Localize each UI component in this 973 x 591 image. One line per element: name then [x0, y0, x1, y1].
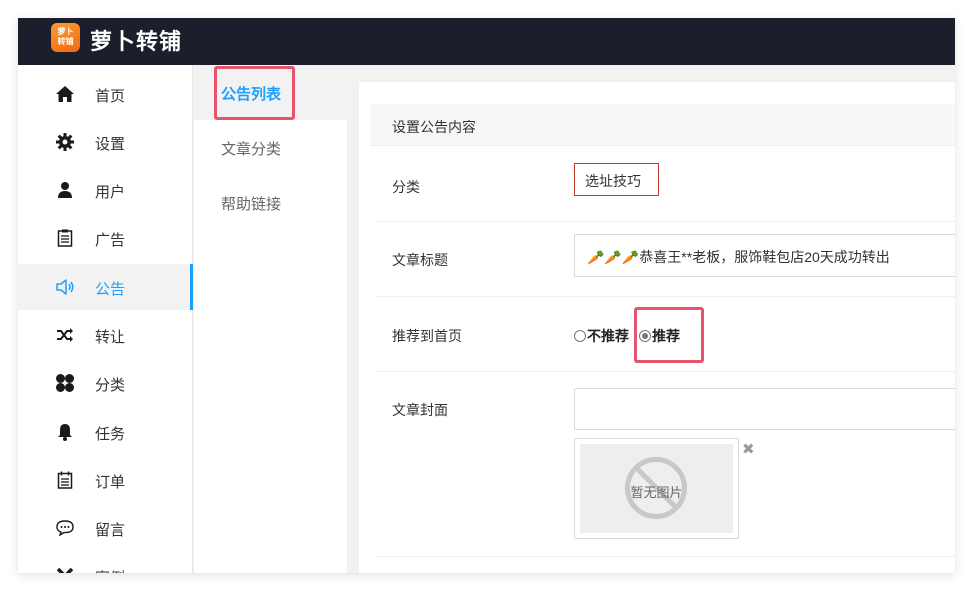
top-bar: 萝卜 转铺 萝卜转铺 — [18, 18, 955, 65]
sidebar-item-label: 任务 — [95, 426, 126, 443]
no-image-text: 暂无图片 — [630, 485, 683, 500]
section-title: 设置公告内容 — [392, 119, 476, 135]
sidebar-item-label: 设置 — [95, 136, 126, 153]
sidebar-item-cases[interactable]: 案例 — [18, 553, 193, 573]
sidebar: 首页 设置 用户 广告 公告 转让 分类 任务 订单 留言 — [18, 65, 193, 573]
subnav-item-label: 帮助链接 — [221, 196, 282, 213]
sidebar-item-label: 案例 — [95, 567, 125, 573]
sidebar-item-label: 首页 — [95, 88, 126, 105]
sidebar-item-settings[interactable]: 设置 — [18, 119, 193, 165]
sidebar-item-categories[interactable]: 分类 — [18, 360, 193, 406]
shuffle-icon — [55, 325, 75, 345]
calendar-icon — [55, 470, 75, 490]
speaker-icon — [55, 277, 75, 297]
chat-bubble-icon — [55, 518, 75, 538]
subnav-item-announcement-list[interactable]: 公告列表 — [194, 65, 347, 120]
radio-not-recommend[interactable]: 不推荐 — [574, 326, 629, 346]
cover-label: 文章封面 — [392, 402, 448, 418]
app-window: 萝卜 转铺 萝卜转铺 首页 设置 用户 广告 公告 转让 分类 任务 订单 留言… — [18, 18, 955, 573]
sidebar-item-orders[interactable]: 订单 — [18, 457, 193, 503]
bell-icon — [55, 422, 75, 442]
sidebar-item-transfer[interactable]: 转让 — [18, 312, 193, 358]
logo-text-line1: 萝卜 — [57, 27, 74, 36]
sidebar-item-home[interactable]: 首页 — [18, 71, 193, 117]
sidebar-item-label: 用户 — [95, 184, 126, 201]
subnav-item-help-links[interactable]: 帮助链接 — [194, 175, 347, 230]
sidebar-item-label: 留言 — [95, 522, 126, 539]
title-input[interactable]: 🥕🥕🥕恭喜王**老板，服饰鞋包店20天成功转出 — [574, 234, 955, 277]
gear-icon — [55, 132, 75, 152]
sidebar-item-users[interactable]: 用户 — [18, 167, 193, 213]
subnav-item-label: 文章分类 — [221, 141, 282, 158]
sidebar-item-label: 广告 — [95, 232, 126, 249]
sidebar-item-ads[interactable]: 广告 — [18, 215, 193, 261]
app-logo[interactable]: 萝卜 转铺 — [51, 23, 80, 52]
content-panel: 设置公告内容 分类 选址技巧 文章标题 🥕🥕🥕恭喜王**老板，服饰鞋包店20天成… — [359, 82, 955, 573]
x-icon — [55, 566, 75, 573]
category-label: 分类 — [392, 179, 420, 195]
sidebar-item-label: 公告 — [95, 281, 126, 298]
sidebar-item-messages[interactable]: 留言 — [18, 505, 193, 551]
home-icon — [55, 84, 75, 104]
sidebar-item-tasks[interactable]: 任务 — [18, 409, 193, 455]
form-row-cover: 文章封面 暂无图片 ✖ — [376, 372, 955, 557]
title-label: 文章标题 — [392, 252, 448, 268]
section-header: 设置公告内容 — [370, 104, 955, 146]
form-row-title: 文章标题 🥕🥕🥕恭喜王**老板，服饰鞋包店20天成功转出 — [376, 222, 955, 297]
sidebar-item-announcements[interactable]: 公告 — [18, 264, 193, 310]
radio-circle[interactable] — [574, 330, 586, 342]
radio-label: 不推荐 — [587, 328, 629, 344]
cover-thumbnail[interactable]: 暂无图片 — [574, 438, 739, 539]
logo-text-line2: 转铺 — [57, 37, 74, 46]
sidebar-item-label: 订单 — [95, 474, 126, 491]
recommend-label: 推荐到首页 — [392, 328, 462, 344]
form-row-category: 分类 选址技巧 — [376, 146, 955, 222]
thumbnail-placeholder: 暂无图片 — [580, 444, 733, 533]
app-title: 萝卜转铺 — [90, 29, 183, 54]
sub-navigation: 公告列表 文章分类 帮助链接 — [194, 65, 347, 573]
cover-url-input[interactable] — [574, 388, 955, 430]
category-select[interactable]: 选址技巧 — [574, 163, 659, 196]
highlight-box — [634, 307, 704, 363]
highlight-box — [214, 66, 295, 120]
close-icon[interactable]: ✖ — [742, 440, 755, 458]
sidebar-item-label: 分类 — [95, 377, 126, 394]
clover-icon — [55, 373, 75, 393]
clipboard-icon — [55, 228, 75, 248]
user-icon — [55, 180, 75, 200]
sidebar-item-label: 转让 — [95, 329, 126, 346]
form-row-recommend: 推荐到首页 不推荐 推荐 — [376, 297, 955, 372]
subnav-item-article-categories[interactable]: 文章分类 — [194, 120, 347, 175]
